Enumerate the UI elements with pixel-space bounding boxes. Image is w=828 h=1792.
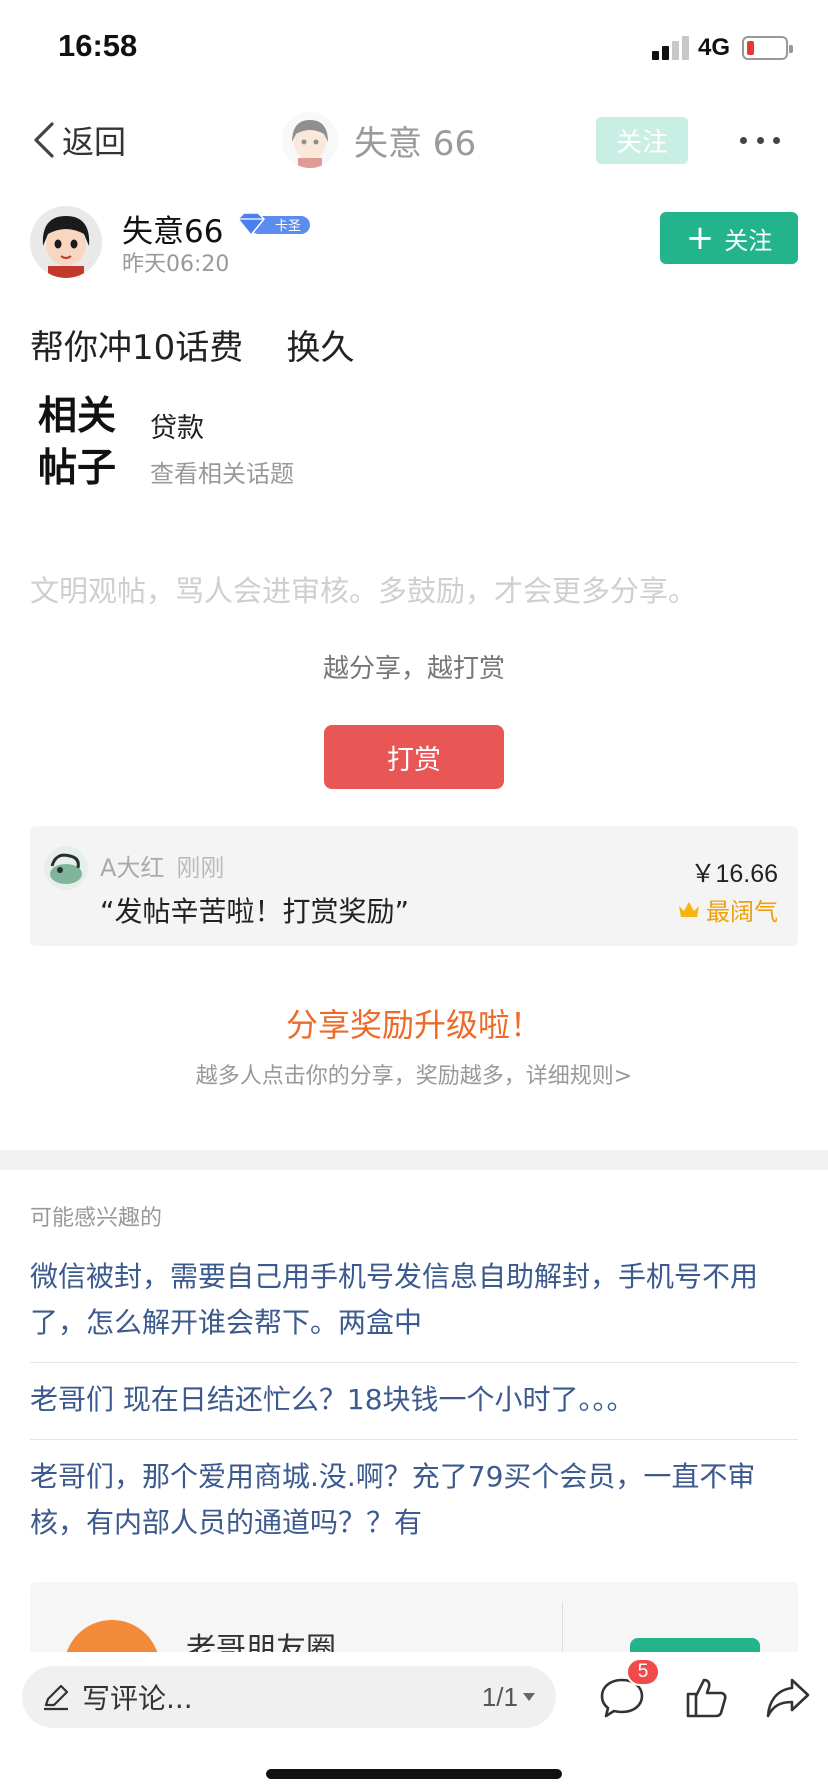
- diamond-vip-badge-icon: 卡圣: [236, 212, 310, 237]
- related-topics-link[interactable]: 查看相关话题: [150, 454, 294, 489]
- nav-author[interactable]: 失意 66: [282, 110, 476, 170]
- avatar[interactable]: [30, 206, 102, 278]
- comment-count-badge: 5: [626, 1658, 660, 1686]
- interest-label: 可能感兴趣的: [30, 1206, 163, 1231]
- vip-badge-label: 卡圣: [275, 219, 301, 234]
- network-type: 4G: [698, 34, 731, 61]
- signal-icon: [652, 36, 690, 60]
- thumbs-up-icon[interactable]: [682, 1674, 730, 1722]
- reward-user-name: A大红: [100, 854, 165, 882]
- nav-bar: 返回 失意 66 关注: [0, 100, 828, 180]
- share-rules-link[interactable]: 越多人点击你的分享，奖励越多，详细规则>: [0, 1058, 828, 1090]
- reward-message: “发帖辛苦啦！打赏奖励”: [100, 895, 410, 928]
- related-posts: 相关帖子 贷款 查看相关话题: [38, 390, 638, 494]
- reward-time: 刚刚: [176, 854, 225, 882]
- comment-placeholder: 写评论...: [82, 1682, 193, 1715]
- top-rewarder-tag: 最阔气: [678, 892, 778, 927]
- follow-label: 关注: [724, 226, 773, 255]
- list-item[interactable]: 老哥们，那个爱用商城.没.啊？充了79买个会员，一直不审核，有内部人员的通道吗？…: [30, 1440, 798, 1562]
- chevron-left-icon: [34, 122, 54, 158]
- civility-notice: 文明观帖，骂人会进审核。多鼓励，才会更多分享。: [30, 574, 698, 608]
- nav-title: 失意 66: [354, 123, 477, 164]
- reward-button[interactable]: 打赏: [324, 725, 504, 789]
- reward-amount: ￥16.66: [690, 860, 778, 888]
- related-topic[interactable]: 贷款: [150, 406, 204, 445]
- post-time: 昨天06:20: [122, 252, 230, 277]
- pencil-icon: [44, 1684, 69, 1711]
- author-header: 失意66 卡圣 昨天06:20 + 关注: [30, 206, 798, 282]
- ad-card[interactable]: 老哥朋友圈: [30, 1582, 798, 1652]
- status-bar: 16:58 4G: [0, 0, 828, 100]
- status-time: 16:58: [58, 28, 138, 63]
- reward-user: A大红 刚刚: [100, 848, 224, 883]
- plus-icon: +: [685, 218, 715, 258]
- reward-record-card[interactable]: A大红 刚刚 “发帖辛苦啦！打赏奖励” ￥16.66 最阔气: [30, 826, 798, 946]
- nav-avatar: [282, 112, 338, 168]
- nav-follow-button[interactable]: 关注: [596, 117, 688, 164]
- ad-name: 老哥朋友圈: [186, 1632, 336, 1652]
- crown-icon: [679, 901, 699, 917]
- back-button[interactable]: 返回: [30, 118, 126, 162]
- top-rewarder-label: 最阔气: [706, 898, 778, 926]
- follow-button[interactable]: + 关注: [660, 212, 798, 264]
- reward-hint: 越分享，越打赏: [322, 654, 505, 684]
- back-label: 返回: [62, 123, 127, 161]
- avatar: [44, 846, 88, 890]
- battery-icon: [742, 36, 793, 60]
- caret-down-icon: [523, 1693, 535, 1701]
- page-indicator[interactable]: 1/1: [482, 1682, 536, 1713]
- ad-logo: [64, 1620, 160, 1652]
- ad-divider: [562, 1602, 563, 1652]
- comment-input[interactable]: 写评论... 1/1: [22, 1666, 556, 1728]
- bottom-bar: 写评论... 1/1 5: [0, 1652, 828, 1792]
- related-label: 相关帖子: [38, 393, 117, 491]
- page-number: 1/1: [481, 1681, 518, 1712]
- post-title: 帮你冲10话费 换久: [30, 328, 355, 368]
- author-name[interactable]: 失意66: [122, 206, 223, 251]
- ad-action-button[interactable]: [630, 1638, 760, 1652]
- list-item[interactable]: 老哥们 现在日结还忙么？18块钱一个小时了。。。: [30, 1363, 798, 1440]
- share-reward-title: 分享奖励升级啦！: [285, 1006, 542, 1044]
- recommend-list: 微信被封，需要自己用手机号发信息自助解封，手机号不用了，怎么解开谁会帮下。两盒中…: [30, 1240, 798, 1562]
- share-icon[interactable]: [764, 1674, 812, 1722]
- home-indicator: [266, 1769, 562, 1779]
- list-item[interactable]: 微信被封，需要自己用手机号发信息自助解封，手机号不用了，怎么解开谁会帮下。两盒中: [30, 1240, 798, 1363]
- more-dots-icon[interactable]: [740, 120, 780, 160]
- section-divider: [0, 1150, 828, 1170]
